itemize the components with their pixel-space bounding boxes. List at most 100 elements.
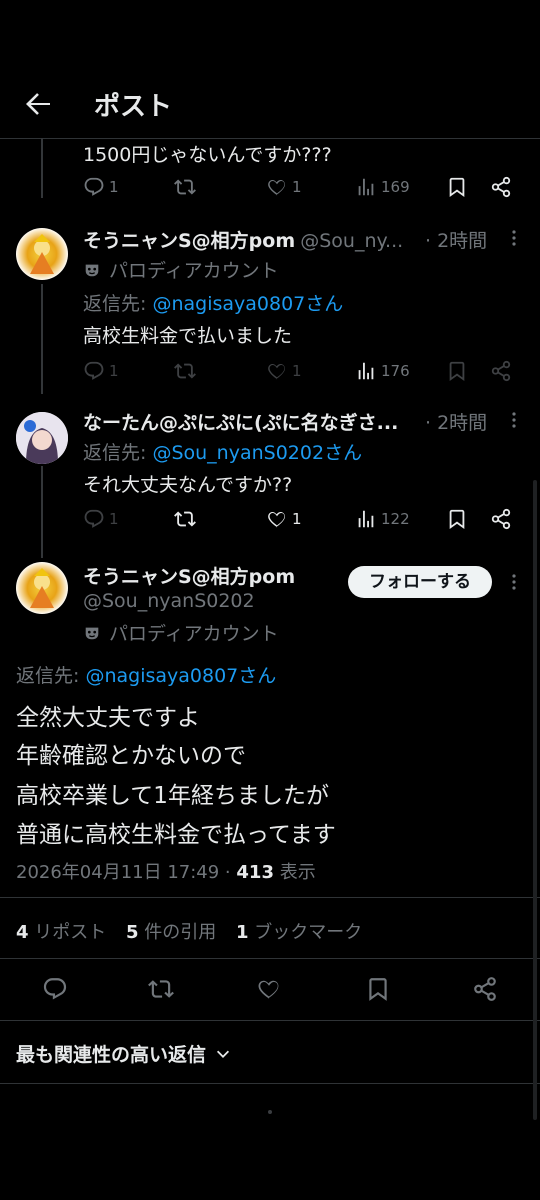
views-button[interactable]: 176: [355, 360, 410, 382]
like-icon: [258, 980, 279, 999]
follow-button[interactable]: フォローする: [348, 566, 492, 598]
views-button[interactable]: 122: [355, 508, 410, 530]
reply-prefix: 返信先:: [83, 293, 153, 315]
share-button[interactable]: [490, 360, 512, 382]
divider: [0, 958, 540, 959]
retweet-button[interactable]: [174, 176, 196, 198]
replying-to: 返信先: @nagisaya0807さん: [16, 661, 276, 688]
retweet-button[interactable]: [174, 508, 196, 530]
reply-count: 1: [109, 510, 119, 528]
reply-button[interactable]: 1: [83, 176, 119, 198]
bookmarks-stat[interactable]: 1 ブックマーク: [236, 922, 362, 943]
bookmarks-label: ブックマーク: [248, 922, 363, 943]
post-meta: 2026年04月11日 17:49 · 413 表示: [16, 858, 316, 884]
like-button[interactable]: 1: [266, 360, 302, 382]
divider: [0, 1083, 540, 1084]
share-icon: [491, 360, 511, 382]
reply-count: 1: [109, 362, 119, 380]
post-text-line: 高校卒業して1年経ちましたが: [16, 783, 329, 809]
reply-sort-selector[interactable]: 最も関連性の高い返信: [16, 1040, 232, 1067]
sort-label: 最も関連性の高い返信: [16, 1044, 207, 1066]
parody-mask-icon: [85, 264, 99, 276]
avatar[interactable]: [16, 412, 68, 464]
more-icon[interactable]: [504, 228, 524, 248]
retweet-button[interactable]: [148, 976, 174, 1002]
reply-prefix: 返信先:: [83, 442, 153, 464]
parody-label-row: パロディアカウント: [83, 256, 279, 283]
like-count: 1: [292, 178, 302, 196]
more-icon[interactable]: [504, 572, 524, 592]
back-arrow-icon[interactable]: [22, 88, 54, 120]
share-button[interactable]: [490, 508, 512, 530]
reply-icon: [84, 361, 104, 380]
thread-line: [41, 138, 43, 198]
share-button[interactable]: [490, 176, 512, 198]
author-name[interactable]: そうニャンS@相方pom: [83, 562, 295, 589]
views-label: 表示: [273, 862, 316, 883]
reply-icon: [43, 978, 67, 1000]
retweet-icon: [174, 363, 196, 379]
views-icon: [358, 178, 374, 196]
like-icon: [268, 364, 285, 380]
like-button[interactable]: 1: [266, 176, 302, 198]
like-button[interactable]: [256, 976, 282, 1002]
post-text-line: 全然大丈夫ですよ: [16, 705, 200, 731]
author-name[interactable]: そうニャンS@相方pom: [83, 230, 295, 252]
bookmarks-count: 1: [236, 922, 249, 943]
reply-icon: [84, 177, 104, 196]
author-name[interactable]: なーたん@ぷにぷに(ぷに名なぎさ...: [83, 408, 423, 435]
views-icon: [358, 362, 374, 380]
bookmark-button[interactable]: [446, 360, 468, 382]
like-icon: [268, 180, 285, 196]
views-count: 122: [381, 510, 410, 528]
quotes-stat[interactable]: 5 件の引用: [126, 922, 216, 943]
views-count: 413: [236, 862, 274, 883]
bookmark-icon: [449, 361, 465, 382]
reply-text: それ大丈夫なんですか??: [83, 474, 293, 496]
chevron-down-icon: [216, 1050, 230, 1058]
reposts-label: リポスト: [28, 922, 107, 943]
author-line: そうニャンS@相方pom @Sou_ny...: [83, 226, 403, 253]
replying-to: 返信先: @Sou_nyanS0202さん: [83, 438, 362, 465]
page-title: ポスト: [94, 92, 173, 122]
scrollbar[interactable]: [533, 480, 537, 1120]
bookmark-button[interactable]: [365, 976, 391, 1002]
bookmark-icon: [449, 177, 465, 198]
post-time: · 2時間: [425, 412, 488, 434]
share-icon: [474, 977, 496, 1001]
views-button[interactable]: 169: [355, 176, 410, 198]
reply-to-link[interactable]: @nagisaya0807さん: [85, 665, 276, 687]
retweet-button[interactable]: [174, 360, 196, 382]
post-time: · 2時間: [425, 230, 488, 252]
reposts-stat[interactable]: 4 リポスト: [16, 922, 106, 943]
bookmark-button[interactable]: [446, 508, 468, 530]
views-icon: [358, 510, 374, 528]
retweet-icon: [148, 980, 174, 998]
reply-button[interactable]: 1: [83, 360, 119, 382]
thread-line: [41, 466, 43, 558]
reply-button[interactable]: 1: [83, 508, 119, 530]
post-text-line: 年齢確認とかないので: [16, 743, 246, 769]
author-handle[interactable]: @Sou_nyanS0202: [83, 590, 255, 612]
parody-label: パロディアカウント: [109, 623, 279, 645]
reply-to-link[interactable]: @Sou_nyanS0202さん: [152, 442, 362, 464]
more-icon[interactable]: [504, 410, 524, 430]
retweet-icon: [174, 511, 196, 527]
avatar[interactable]: [16, 562, 68, 614]
like-count: 1: [292, 510, 302, 528]
reply-to-link[interactable]: @nagisaya0807さん: [152, 293, 343, 315]
author-handle[interactable]: @Sou_ny...: [300, 230, 403, 252]
avatar[interactable]: [16, 228, 68, 280]
reply-button[interactable]: [42, 976, 68, 1002]
reposts-count: 4: [16, 922, 29, 943]
like-button[interactable]: 1: [266, 508, 302, 530]
parody-label-row: パロディアカウント: [83, 619, 279, 646]
share-button[interactable]: [472, 976, 498, 1002]
post-text-line: 普通に高校生料金で払ってます: [16, 822, 336, 848]
post-timestamp[interactable]: 2026年04月11日 17:49 ·: [16, 862, 236, 883]
parody-label: パロディアカウント: [109, 260, 279, 282]
reply-text: 1500円じゃないんですか???: [83, 144, 332, 166]
reply-text: 高校生料金で払いました: [83, 325, 293, 347]
reply-icon: [84, 509, 104, 528]
bookmark-button[interactable]: [446, 176, 468, 198]
